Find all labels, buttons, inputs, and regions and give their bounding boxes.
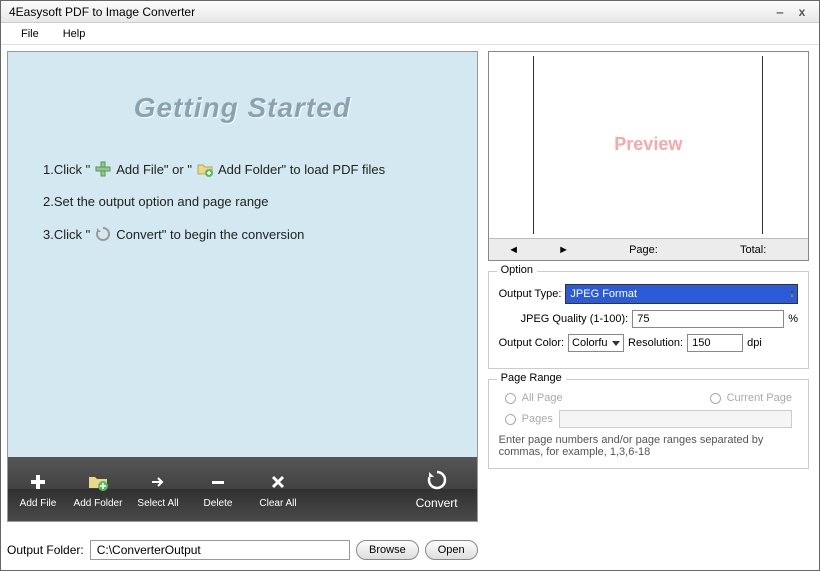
resolution-input[interactable] (687, 334, 743, 352)
x-icon (268, 470, 288, 494)
right-column: Preview ◄ ► Page: Total: Option Output T… (488, 51, 809, 560)
close-button[interactable]: x (793, 5, 811, 19)
page-range-hint: Enter page numbers and/or page ranges se… (499, 434, 798, 458)
preview-nav: ◄ ► Page: Total: (489, 238, 808, 260)
convert-button[interactable]: Convert (397, 457, 477, 521)
prev-page-button[interactable]: ◄ (489, 244, 539, 256)
add-folder-button[interactable]: Add Folder (68, 457, 128, 521)
chevron-down-icon (791, 291, 793, 297)
folder-plus-icon (195, 159, 215, 179)
left-column: Getting Started 1.Click " Add File" or "… (7, 51, 478, 560)
refresh-icon (93, 224, 113, 244)
getting-started-steps: 1.Click " Add File" or " Add Folder" to … (43, 159, 442, 259)
all-page-label: All Page (522, 392, 563, 404)
output-type-select[interactable]: JPEG Format (565, 284, 798, 304)
next-page-button[interactable]: ► (539, 244, 589, 256)
page-label: Page: (589, 244, 699, 256)
pages-label: Pages (522, 413, 553, 425)
resolution-label: Resolution: (628, 337, 683, 349)
folder-plus-icon (87, 470, 109, 494)
output-type-label: Output Type: (499, 288, 562, 300)
output-folder-row: Output Folder: Browse Open (7, 540, 478, 560)
minus-icon (208, 470, 228, 494)
add-file-button[interactable]: Add File (8, 457, 68, 521)
arrow-right-icon (148, 470, 168, 494)
pages-radio[interactable] (505, 414, 516, 425)
plus-icon (28, 470, 48, 494)
delete-button[interactable]: Delete (188, 457, 248, 521)
content: Getting Started 1.Click " Add File" or "… (1, 45, 819, 570)
clear-all-button[interactable]: Clear All (248, 457, 308, 521)
action-toolbar: Add File Add Folder Select All Delete (8, 457, 477, 521)
current-page-label: Current Page (727, 392, 792, 404)
color-select[interactable]: Colorfu (568, 334, 624, 352)
plus-icon (93, 159, 113, 179)
option-title: Option (497, 264, 537, 276)
chevron-down-icon (612, 341, 620, 346)
app-window: 4Easysoft PDF to Image Converter ‒ x Fil… (0, 0, 820, 571)
select-all-button[interactable]: Select All (128, 457, 188, 521)
menu-file[interactable]: File (9, 26, 51, 42)
quality-input[interactable] (632, 310, 784, 328)
quality-label: JPEG Quality (1-100): (521, 313, 629, 325)
output-folder-input[interactable] (90, 540, 350, 560)
resolution-suffix: dpi (747, 337, 762, 349)
pages-input[interactable] (559, 410, 792, 428)
preview-canvas: Preview (489, 52, 808, 238)
step-2: 2.Set the output option and page range (43, 194, 442, 209)
output-folder-label: Output Folder: (7, 543, 84, 557)
quality-suffix: % (788, 313, 798, 325)
page-range-title: Page Range (497, 372, 566, 384)
getting-started-heading: Getting Started (8, 92, 477, 124)
total-label: Total: (698, 244, 808, 256)
color-label: Output Color: (499, 337, 564, 349)
preview-watermark: Preview (614, 134, 682, 155)
browse-button[interactable]: Browse (356, 540, 419, 560)
preview-page: Preview (533, 56, 763, 235)
window-title: 4Easysoft PDF to Image Converter (9, 5, 195, 19)
step-1: 1.Click " Add File" or " Add Folder" to … (43, 159, 442, 179)
current-page-radio[interactable] (710, 393, 721, 404)
convert-icon (425, 468, 449, 492)
page-range-group: Page Range All Page Current Page Pages (488, 379, 809, 469)
menubar: File Help (1, 23, 819, 45)
titlebar: 4Easysoft PDF to Image Converter ‒ x (1, 1, 819, 23)
step-3: 3.Click " Convert" to begin the conversi… (43, 224, 442, 244)
menu-help[interactable]: Help (51, 26, 98, 42)
preview-panel: Preview ◄ ► Page: Total: (488, 51, 809, 261)
option-group: Option Output Type: JPEG Format JPEG Qua… (488, 271, 809, 369)
all-page-radio[interactable] (505, 393, 516, 404)
file-list-area: Getting Started 1.Click " Add File" or "… (7, 51, 478, 522)
minimize-button[interactable]: ‒ (771, 5, 789, 19)
open-button[interactable]: Open (425, 540, 478, 560)
